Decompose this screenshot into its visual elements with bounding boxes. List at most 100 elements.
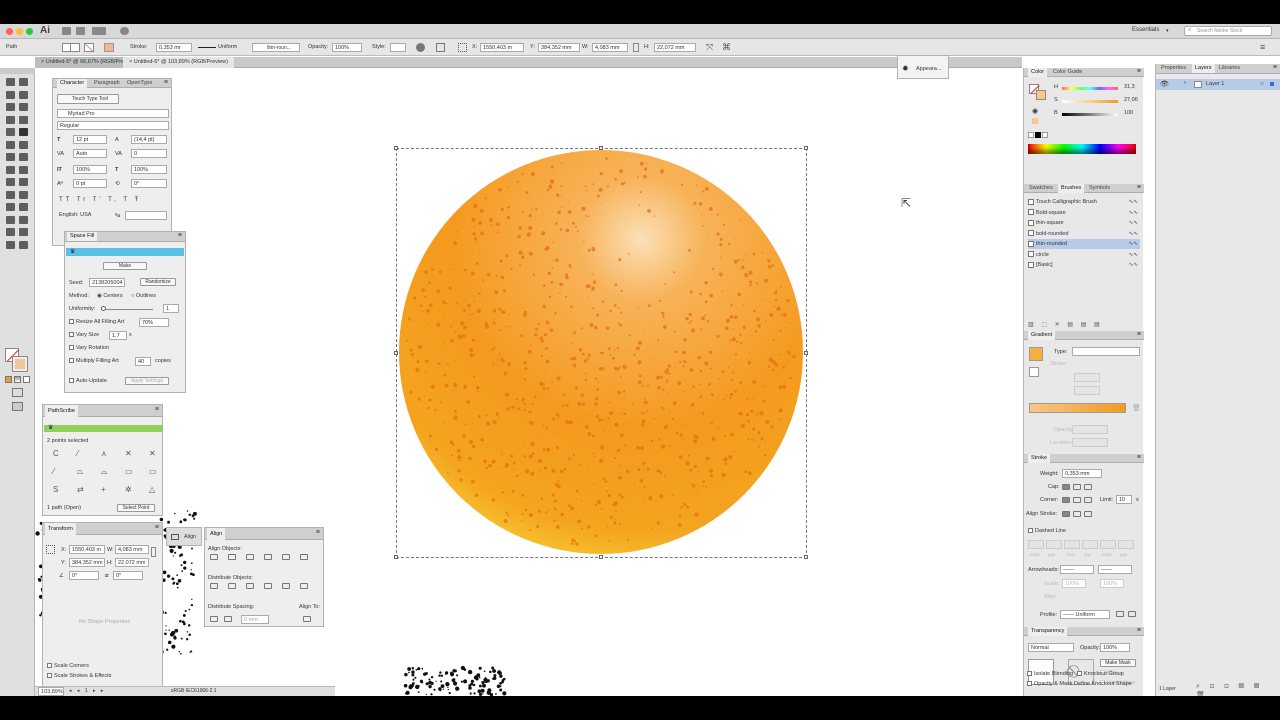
- blend-mode-select[interactable]: Normal: [1028, 643, 1074, 652]
- scale-tool-icon[interactable]: [19, 153, 28, 161]
- distribute-objects-icon[interactable]: [228, 583, 236, 589]
- document-setup-icon[interactable]: [416, 43, 425, 52]
- multiply-checkbox[interactable]: Multiply Filling Art: [69, 358, 119, 364]
- layers-footer-icons[interactable]: ⌕ ⊡ ⊡ ▤ ▤ 🗑: [1196, 683, 1280, 696]
- pathscribe-action-icon[interactable]: ⋏: [101, 449, 107, 458]
- select-point-button[interactable]: Select Point: [117, 504, 155, 512]
- knockout-group-checkbox[interactable]: Knockout Group: [1077, 671, 1124, 677]
- transform-x-field[interactable]: 1550,403 m: [69, 545, 105, 554]
- zoom-field[interactable]: 103,89%: [38, 687, 64, 696]
- distribute-objects-icon[interactable]: [264, 583, 272, 589]
- distribute-objects-icon[interactable]: [246, 583, 254, 589]
- tab-symbols[interactable]: Symbols: [1086, 184, 1113, 193]
- auto-update-checkbox[interactable]: Auto-Update: [69, 378, 107, 384]
- shape-builder-tool-icon[interactable]: [6, 178, 15, 186]
- direct-selection-tool-icon[interactable]: [19, 78, 28, 86]
- align-to-selection-icon[interactable]: [303, 616, 311, 622]
- pathscribe-action-icon[interactable]: ⏢: [77, 467, 83, 477]
- isolate-object-icon[interactable]: ⤧: [706, 42, 713, 53]
- round-cap-icon[interactable]: [1073, 484, 1081, 490]
- brightness-slider[interactable]: [1062, 113, 1118, 116]
- artboard-nav-icons[interactable]: ◂ ◂ 1 ▸ ▸: [69, 688, 105, 694]
- selection-tool-icon[interactable]: [6, 78, 15, 86]
- gradient-type-select[interactable]: [1072, 347, 1140, 356]
- apply-settings-button[interactable]: Apply Settings: [125, 377, 169, 385]
- dash-gap-field[interactable]: [1064, 540, 1080, 549]
- method-centers-radio[interactable]: ◉ Centers: [97, 293, 123, 299]
- layer-row[interactable]: 👁 › Layer 1 ○: [1156, 79, 1280, 90]
- magic-wand-tool-icon[interactable]: [6, 90, 15, 99]
- blend-tool-icon[interactable]: [19, 203, 28, 211]
- transform-y-field[interactable]: 384,352 mm: [69, 558, 105, 567]
- free-transform-tool-icon[interactable]: [19, 165, 28, 174]
- arrow-end-scale[interactable]: 100%: [1100, 579, 1124, 588]
- stroke-weight-field[interactable]: 0,353 mm: [1062, 469, 1102, 478]
- screen-mode-icon[interactable]: [12, 402, 23, 411]
- width-tool-icon[interactable]: [6, 165, 15, 174]
- link-icon[interactable]: [151, 547, 156, 557]
- bridge-icon[interactable]: [62, 27, 71, 35]
- start-arrowhead-select[interactable]: ——: [1060, 565, 1094, 574]
- bevel-join-icon[interactable]: [1084, 497, 1092, 503]
- distribute-objects-icon[interactable]: [282, 583, 290, 589]
- align-objects-icon[interactable]: [264, 554, 272, 560]
- none-mode-icon[interactable]: [23, 376, 30, 383]
- paintbrush-tool-icon[interactable]: [19, 128, 28, 136]
- resize-all-checkbox[interactable]: Resize All Filling Art: [69, 319, 124, 325]
- pathscribe-action-icon[interactable]: △: [149, 485, 155, 494]
- align-stroke-inside-icon[interactable]: [1073, 511, 1081, 517]
- uniformity-field[interactable]: 1: [163, 304, 179, 313]
- stock-search-input[interactable]: ⌕ Search Adobe Stock: [1184, 26, 1272, 36]
- target-icon[interactable]: ○: [1260, 81, 1264, 87]
- vertical-scale-field[interactable]: 100%: [73, 165, 107, 174]
- dash-gap-field[interactable]: [1028, 540, 1044, 549]
- font-family-select[interactable]: Myriad Pro: [57, 109, 169, 118]
- gradient-fill-indicator[interactable]: [1029, 367, 1039, 377]
- drawing-mode-icon[interactable]: [12, 388, 23, 397]
- panel-menu-icon[interactable]: ≡: [1137, 68, 1141, 75]
- symbol-sprayer-tool-icon[interactable]: [6, 215, 15, 224]
- miter-join-icon[interactable]: [1062, 497, 1070, 503]
- transform-w-field[interactable]: 4,083 mm: [115, 545, 149, 554]
- tab-swatches[interactable]: Swatches: [1026, 184, 1056, 193]
- variable-width-profile[interactable]: Uniform: [218, 44, 237, 50]
- randomize-button[interactable]: Randomize: [140, 278, 176, 286]
- panel-menu-icon[interactable]: ≡: [164, 79, 168, 86]
- scale-strokes-checkbox[interactable]: Scale Strokes & Effects: [47, 673, 111, 679]
- color-mode-icon[interactable]: [5, 376, 12, 383]
- pathscribe-action-icon[interactable]: ⁄: [53, 467, 54, 476]
- touch-type-tool-button[interactable]: Touch Type Tool: [57, 94, 119, 104]
- dash-gap-field[interactable]: [1100, 540, 1116, 549]
- flip-along-icon[interactable]: [1116, 611, 1124, 617]
- expand-arrow-icon[interactable]: ›: [1184, 80, 1186, 86]
- resize-field[interactable]: 70%: [139, 318, 169, 327]
- pathscribe-action-icon[interactable]: C: [53, 449, 59, 458]
- brush-list-item[interactable]: [Basic] ∿∿: [1028, 260, 1140, 270]
- tab-color-guide[interactable]: Color Guide: [1050, 68, 1085, 77]
- brightness-field[interactable]: 100: [1122, 109, 1140, 118]
- column-graph-tool-icon[interactable]: [19, 215, 28, 224]
- rectangle-tool-icon[interactable]: [6, 128, 15, 136]
- anti-aliasing-select[interactable]: [125, 211, 167, 220]
- panel-menu-icon[interactable]: ≡: [1137, 627, 1141, 634]
- pathscribe-action-icon[interactable]: ⁄: [77, 449, 78, 458]
- rotate-field[interactable]: 0°: [69, 571, 99, 580]
- reference-point-icon[interactable]: [458, 43, 467, 52]
- font-size-field[interactable]: 12 pt: [73, 135, 107, 144]
- kerning-field[interactable]: Auto: [73, 149, 107, 158]
- height-field[interactable]: 22,072 mm: [654, 43, 696, 52]
- pathscribe-action-icon[interactable]: +: [101, 485, 106, 494]
- color-spectrum[interactable]: [1028, 144, 1136, 154]
- gradient-angle-field[interactable]: [1074, 373, 1100, 382]
- transform-h-field[interactable]: 22,072 mm: [115, 558, 149, 567]
- stock-icon[interactable]: [76, 27, 85, 35]
- seed-field[interactable]: 2138205004: [89, 278, 125, 287]
- width-field[interactable]: 4,083 mm: [592, 43, 628, 52]
- gradient-opacity-field[interactable]: [1072, 425, 1108, 434]
- brush-list-item[interactable]: bold-rounded ∿∿: [1028, 229, 1140, 239]
- miter-limit-field[interactable]: 10: [1116, 495, 1132, 504]
- brush-list-item[interactable]: thin-square ∿∿: [1028, 218, 1140, 228]
- vertical-spacing-icon[interactable]: [210, 616, 218, 622]
- appearance-collapsed-panel[interactable]: ✹ Appeara...: [897, 55, 949, 79]
- chevron-down-icon[interactable]: ▾: [1166, 28, 1169, 34]
